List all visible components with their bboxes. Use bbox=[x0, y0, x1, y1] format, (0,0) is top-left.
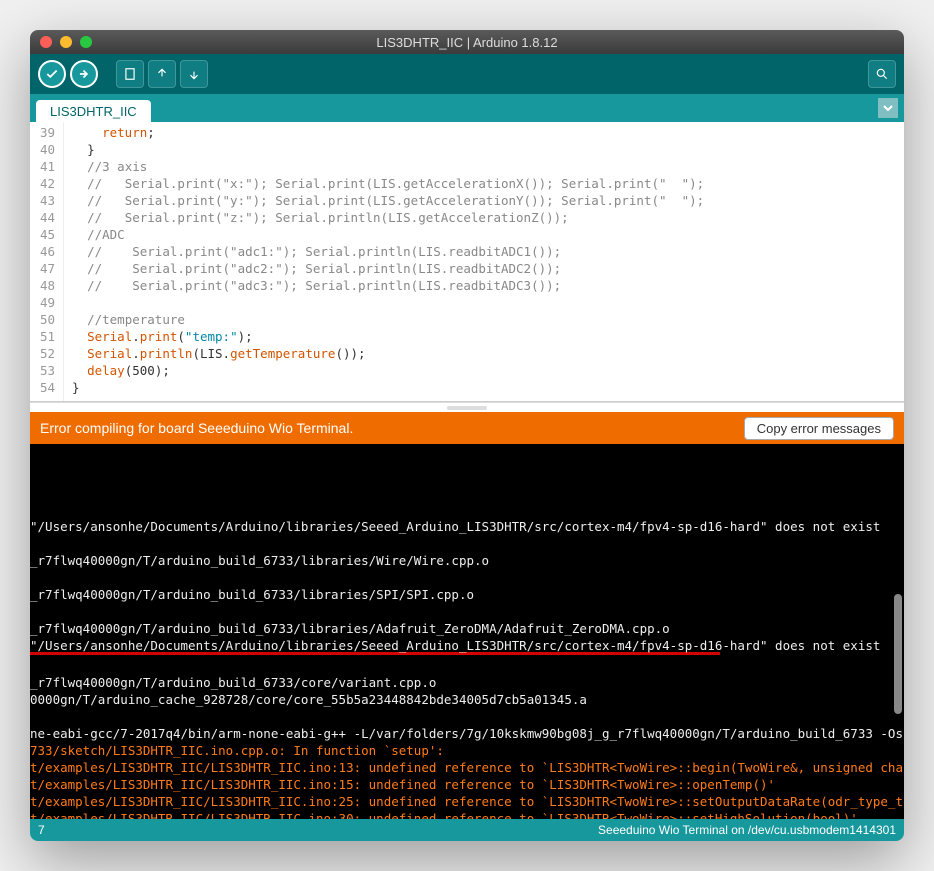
console-line: t/examples/LIS3DHTR_IIC/LIS3DHTR_IIC.ino… bbox=[30, 759, 900, 776]
footer-bar: 7 Seeeduino Wio Terminal on /dev/cu.usbm… bbox=[30, 819, 904, 841]
console-line bbox=[30, 708, 900, 725]
tab-menu-button[interactable] bbox=[878, 98, 898, 118]
window-controls bbox=[30, 36, 92, 48]
maximize-icon[interactable] bbox=[80, 36, 92, 48]
tab-bar: LIS3DHTR_IIC bbox=[30, 94, 904, 122]
window-title: LIS3DHTR_IIC | Arduino 1.8.12 bbox=[30, 35, 904, 50]
console-line bbox=[30, 535, 900, 552]
console-output[interactable]: "/Users/ansonhe/Documents/Arduino/librar… bbox=[30, 444, 904, 819]
console-line: _r7flwq40000gn/T/arduino_build_6733/libr… bbox=[30, 620, 900, 637]
console-line: "/Users/ansonhe/Documents/Arduino/librar… bbox=[30, 518, 900, 535]
minimize-icon[interactable] bbox=[60, 36, 72, 48]
console-line: 733/sketch/LIS3DHTR_IIC.ino.cpp.o: In fu… bbox=[30, 742, 900, 759]
footer-left: 7 bbox=[38, 823, 45, 837]
close-icon[interactable] bbox=[40, 36, 52, 48]
console-line bbox=[30, 569, 900, 586]
upload-button[interactable] bbox=[70, 60, 98, 88]
footer-right: Seeeduino Wio Terminal on /dev/cu.usbmod… bbox=[598, 823, 896, 837]
line-gutter: 39404142434445464748495051525354 bbox=[30, 122, 64, 401]
copy-error-button[interactable]: Copy error messages bbox=[744, 417, 894, 440]
pane-divider[interactable] bbox=[30, 402, 904, 412]
verify-button[interactable] bbox=[38, 60, 66, 88]
console-line bbox=[30, 501, 900, 518]
new-button[interactable] bbox=[116, 60, 144, 88]
status-message: Error compiling for board Seeeduino Wio … bbox=[40, 420, 353, 436]
status-bar: Error compiling for board Seeeduino Wio … bbox=[30, 412, 904, 444]
app-window: LIS3DHTR_IIC | Arduino 1.8.12 LIS3DHTR_I… bbox=[30, 30, 904, 841]
console-line: t/examples/LIS3DHTR_IIC/LIS3DHTR_IIC.ino… bbox=[30, 810, 900, 819]
code-area[interactable]: return; } //3 axis // Serial.print("x:")… bbox=[64, 122, 904, 401]
code-editor[interactable]: 39404142434445464748495051525354 return;… bbox=[30, 122, 904, 402]
console-line: _r7flwq40000gn/T/arduino_build_6733/libr… bbox=[30, 552, 900, 569]
console-line: ne-eabi-gcc/7-2017q4/bin/arm-none-eabi-g… bbox=[30, 725, 900, 742]
console-scrollbar[interactable] bbox=[894, 594, 902, 714]
console-line: t/examples/LIS3DHTR_IIC/LIS3DHTR_IIC.ino… bbox=[30, 793, 900, 810]
save-button[interactable] bbox=[180, 60, 208, 88]
console-line: 0000gn/T/arduino_cache_928728/core/core_… bbox=[30, 691, 900, 708]
console-line: "/Users/ansonhe/Documents/Arduino/librar… bbox=[30, 637, 900, 654]
console-line bbox=[30, 603, 900, 620]
console-line: _r7flwq40000gn/T/arduino_build_6733/libr… bbox=[30, 586, 900, 603]
sketch-tab[interactable]: LIS3DHTR_IIC bbox=[36, 100, 151, 123]
titlebar: LIS3DHTR_IIC | Arduino 1.8.12 bbox=[30, 30, 904, 54]
serial-monitor-button[interactable] bbox=[868, 60, 896, 88]
console-line: t/examples/LIS3DHTR_IIC/LIS3DHTR_IIC.ino… bbox=[30, 776, 900, 793]
console-line bbox=[30, 657, 900, 674]
open-button[interactable] bbox=[148, 60, 176, 88]
toolbar bbox=[30, 54, 904, 94]
console-line: _r7flwq40000gn/T/arduino_build_6733/core… bbox=[30, 674, 900, 691]
